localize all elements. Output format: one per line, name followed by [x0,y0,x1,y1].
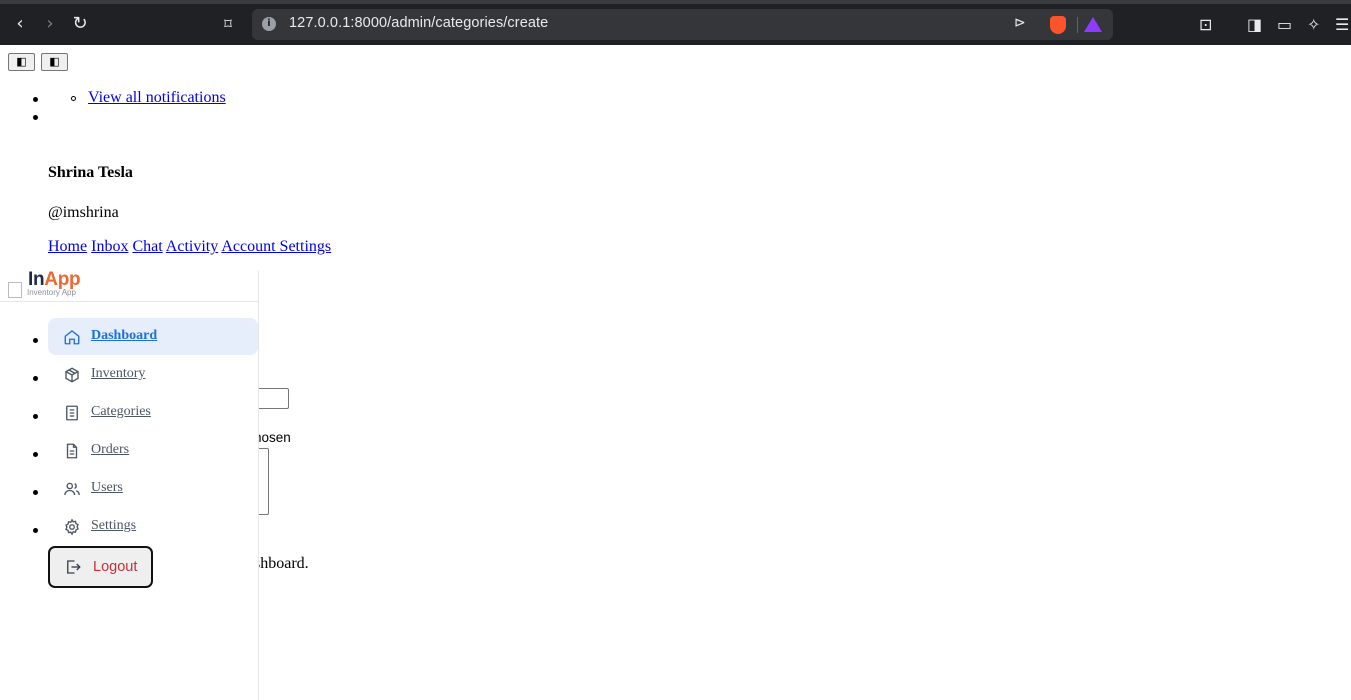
gear-icon [65,518,79,536]
sidebar-item-label: Settings [91,518,137,533]
user-menu-activity-link[interactable]: Activity [166,238,218,255]
brave-shields-icon[interactable] [1050,16,1066,34]
sidebar-panel-icon[interactable]: ◨ [1247,17,1262,33]
sidebar-toggle-icon: ◧ [16,55,27,68]
sidebar-item-dashboard[interactable]: Dashboard [48,318,258,355]
brave-rewards-icon[interactable] [1084,17,1102,32]
sidebar-item-users[interactable]: Users [48,470,258,507]
sidebar-toggle-button[interactable]: ◧ [8,53,35,71]
bookmark-icon[interactable]: ⌑ [218,14,238,34]
logout-button[interactable]: Logout [48,546,153,588]
menu-icon[interactable]: ☰ [1335,17,1349,33]
leo-ai-icon[interactable]: ✧ [1307,17,1320,33]
logo-image [8,282,22,298]
users-icon [64,482,80,496]
sidebar-collapse-button[interactable]: ◧ [41,53,68,71]
sidebar-toggle-icon: ◧ [49,55,60,68]
user-menu-inbox-link[interactable]: Inbox [91,238,128,255]
sidebar-item-label: Inventory [91,366,146,381]
sidebar-item-inventory[interactable]: Inventory [48,356,258,393]
footer-text: shboard. [254,555,309,572]
list-bullet [33,115,38,120]
sidebar-item-label: Dashboard [91,328,158,343]
category-description-textarea[interactable] [258,448,269,515]
home-icon [64,330,80,345]
sidebar: InApp Inventory App Dashboard Inventory … [0,269,259,700]
wallet-icon[interactable]: ▭ [1277,17,1292,33]
reload-button[interactable]: ↻ [70,14,90,34]
user-handle: @imshrina [48,204,119,221]
list-bullet [33,528,38,533]
list-bullet [33,490,38,495]
sidebar-item-settings[interactable]: Settings [48,508,258,545]
logout-label: Logout [93,559,138,575]
list-circle [71,96,76,101]
list-bullet [33,376,38,381]
clipboard-list-icon [66,405,78,421]
sidebar-item-label: Categories [91,404,151,419]
list-bullet [33,452,38,457]
logo[interactable]: InApp Inventory App [0,269,258,302]
back-button[interactable]: ‹ [10,14,30,34]
list-bullet [33,97,38,102]
user-menu-chat-link[interactable]: Chat [132,238,162,255]
user-menu: Home Inbox Chat Activity Account Setting… [48,238,331,256]
browser-toolbar: ‹ › ↻ ⌑ i 127.0.0.1:8000/admin/categorie… [0,0,1351,45]
forward-button[interactable]: › [40,14,60,34]
logout-icon [67,560,81,574]
user-name: Shrina Tesla [48,164,133,181]
logo-alt-text: Inventory App [27,288,76,297]
sidebar-item-orders[interactable]: Orders [48,432,258,469]
file-status-text: nosen [254,430,291,445]
list-bullet [33,414,38,419]
site-info-icon[interactable]: i [262,17,276,31]
user-menu-account-settings-link[interactable]: Account Settings [221,238,331,255]
share-icon[interactable]: ⊳ [1014,15,1026,31]
document-icon [66,443,78,459]
user-menu-home-link[interactable]: Home [48,238,87,255]
divider [1077,17,1078,33]
url-text[interactable]: 127.0.0.1:8000/admin/categories/create [289,15,548,31]
box-icon [65,367,79,383]
view-all-notifications-link[interactable]: View all notifications [88,89,226,107]
sidebar-item-categories[interactable]: Categories [48,394,258,431]
list-bullet [33,338,38,343]
reader-mode-icon[interactable]: ⊡ [1199,17,1212,33]
sidebar-item-label: Orders [91,442,130,457]
address-bar[interactable]: i 127.0.0.1:8000/admin/categories/create… [252,9,1113,40]
category-name-input[interactable] [258,388,289,409]
sidebar-item-label: Users [91,480,123,495]
